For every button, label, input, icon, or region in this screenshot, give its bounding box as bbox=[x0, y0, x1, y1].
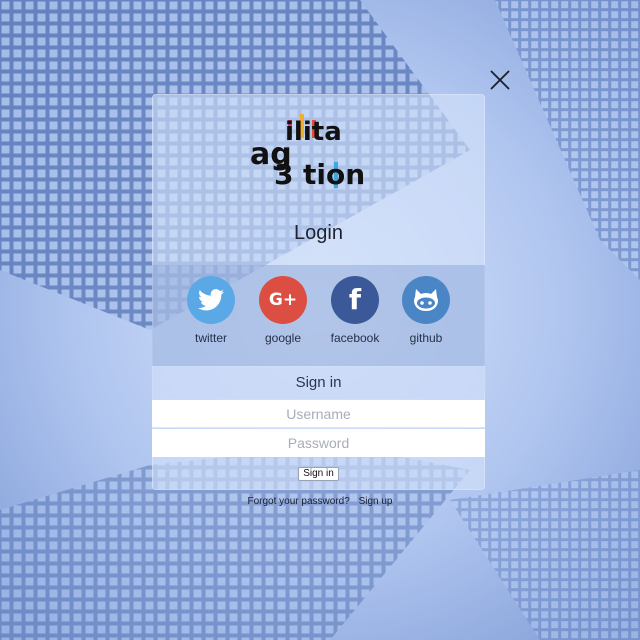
facebook-icon: f bbox=[331, 276, 379, 324]
signup-link[interactable]: Sign up bbox=[359, 496, 393, 507]
social-google-button[interactable]: G+ google bbox=[248, 276, 318, 345]
social-login-bar: twitter G+ google f facebook github bbox=[152, 265, 485, 366]
login-card: ilita ag 3 tion Login twitter G+ google bbox=[152, 94, 485, 490]
signin-heading: Sign in bbox=[152, 367, 485, 399]
social-github-label: github bbox=[409, 331, 443, 345]
logo-top-letters: ilita bbox=[285, 117, 342, 147]
forgot-password-link[interactable]: Forgot your password? bbox=[248, 496, 350, 507]
footer-links: Forgot your password? Sign up bbox=[0, 496, 640, 507]
login-title: Login bbox=[294, 222, 343, 244]
social-github-button[interactable]: github bbox=[391, 276, 461, 345]
social-facebook-button[interactable]: f facebook bbox=[320, 276, 390, 345]
twitter-icon bbox=[187, 276, 235, 324]
social-google-label: google bbox=[264, 331, 302, 345]
username-input[interactable] bbox=[152, 400, 485, 428]
close-icon[interactable] bbox=[488, 68, 512, 92]
logo-bottom-text: tion bbox=[303, 158, 365, 190]
password-input[interactable] bbox=[152, 429, 485, 457]
logo-three: 3 bbox=[274, 158, 293, 190]
google-plus-icon: G+ bbox=[259, 276, 307, 324]
logo: ilita ag 3 tion bbox=[152, 94, 485, 204]
social-twitter-button[interactable]: twitter bbox=[176, 276, 246, 345]
agilitation-logo: ilita ag 3 tion bbox=[250, 114, 365, 190]
github-octocat-icon bbox=[402, 276, 450, 324]
social-facebook-label: facebook bbox=[330, 331, 380, 345]
signin-button[interactable]: Sign in bbox=[298, 467, 339, 481]
social-twitter-label: twitter bbox=[194, 331, 227, 345]
